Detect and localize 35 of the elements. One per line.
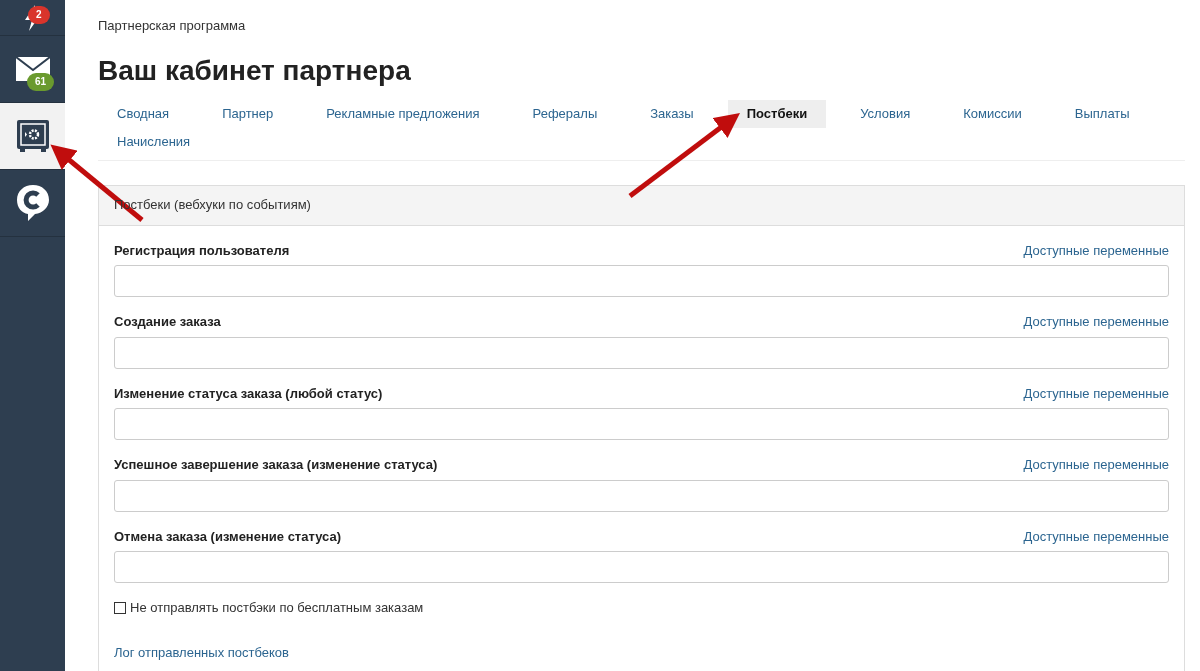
sidebar-item[interactable] [0,103,65,170]
field-label: Создание заказа [114,313,221,331]
tab[interactable]: Партнер [203,99,293,128]
variables-link[interactable]: Доступные переменные [1023,526,1169,546]
safe-icon [15,119,50,153]
input-field[interactable] [114,479,1169,512]
checkbox-label: Не отправлять постбэки по бесплатным заказам [130,599,424,617]
field-label: Успешное завершение заказа (изменение статуса) [114,456,438,474]
tab[interactable]: Заказы [631,99,713,128]
chat-icon [15,184,50,222]
breadcrumb: Партнерская программа [98,17,247,35]
tab[interactable]: Выплаты [1055,99,1149,128]
field-label: Отмена заказа (изменение статуса) [114,527,341,546]
tab[interactable]: Условия [841,99,930,128]
variables-link[interactable]: Доступные переменные [1023,240,1169,260]
log-link[interactable]: Лог отправленных постбеков [114,644,289,660]
tab[interactable]: Сводная [98,99,189,128]
field-label: Регистрация пользователя [114,241,290,260]
checkbox[interactable] [114,601,126,614]
variables-link[interactable]: Доступные переменные [1023,455,1169,475]
count-badge: 2 [28,6,50,24]
tab[interactable]: Начисления [98,127,210,156]
input-field[interactable] [114,336,1169,369]
input-field[interactable] [114,408,1169,440]
variables-link[interactable]: Доступные переменные [1023,312,1169,332]
input-field[interactable] [114,551,1169,583]
tab[interactable]: Постбеки [727,99,827,128]
field-label: Изменение статуса заказа (любой статус) [114,384,383,403]
tab[interactable]: Рекламные предложения [307,99,499,128]
tab[interactable]: Рефералы [513,99,617,128]
page-title: Ваш кабинет партнера [98,53,412,88]
input-field[interactable] [114,265,1169,297]
count-badge: 61 [27,73,55,91]
tab[interactable]: Комиссии [944,99,1041,128]
variables-link[interactable]: Доступные переменные [1023,383,1169,403]
